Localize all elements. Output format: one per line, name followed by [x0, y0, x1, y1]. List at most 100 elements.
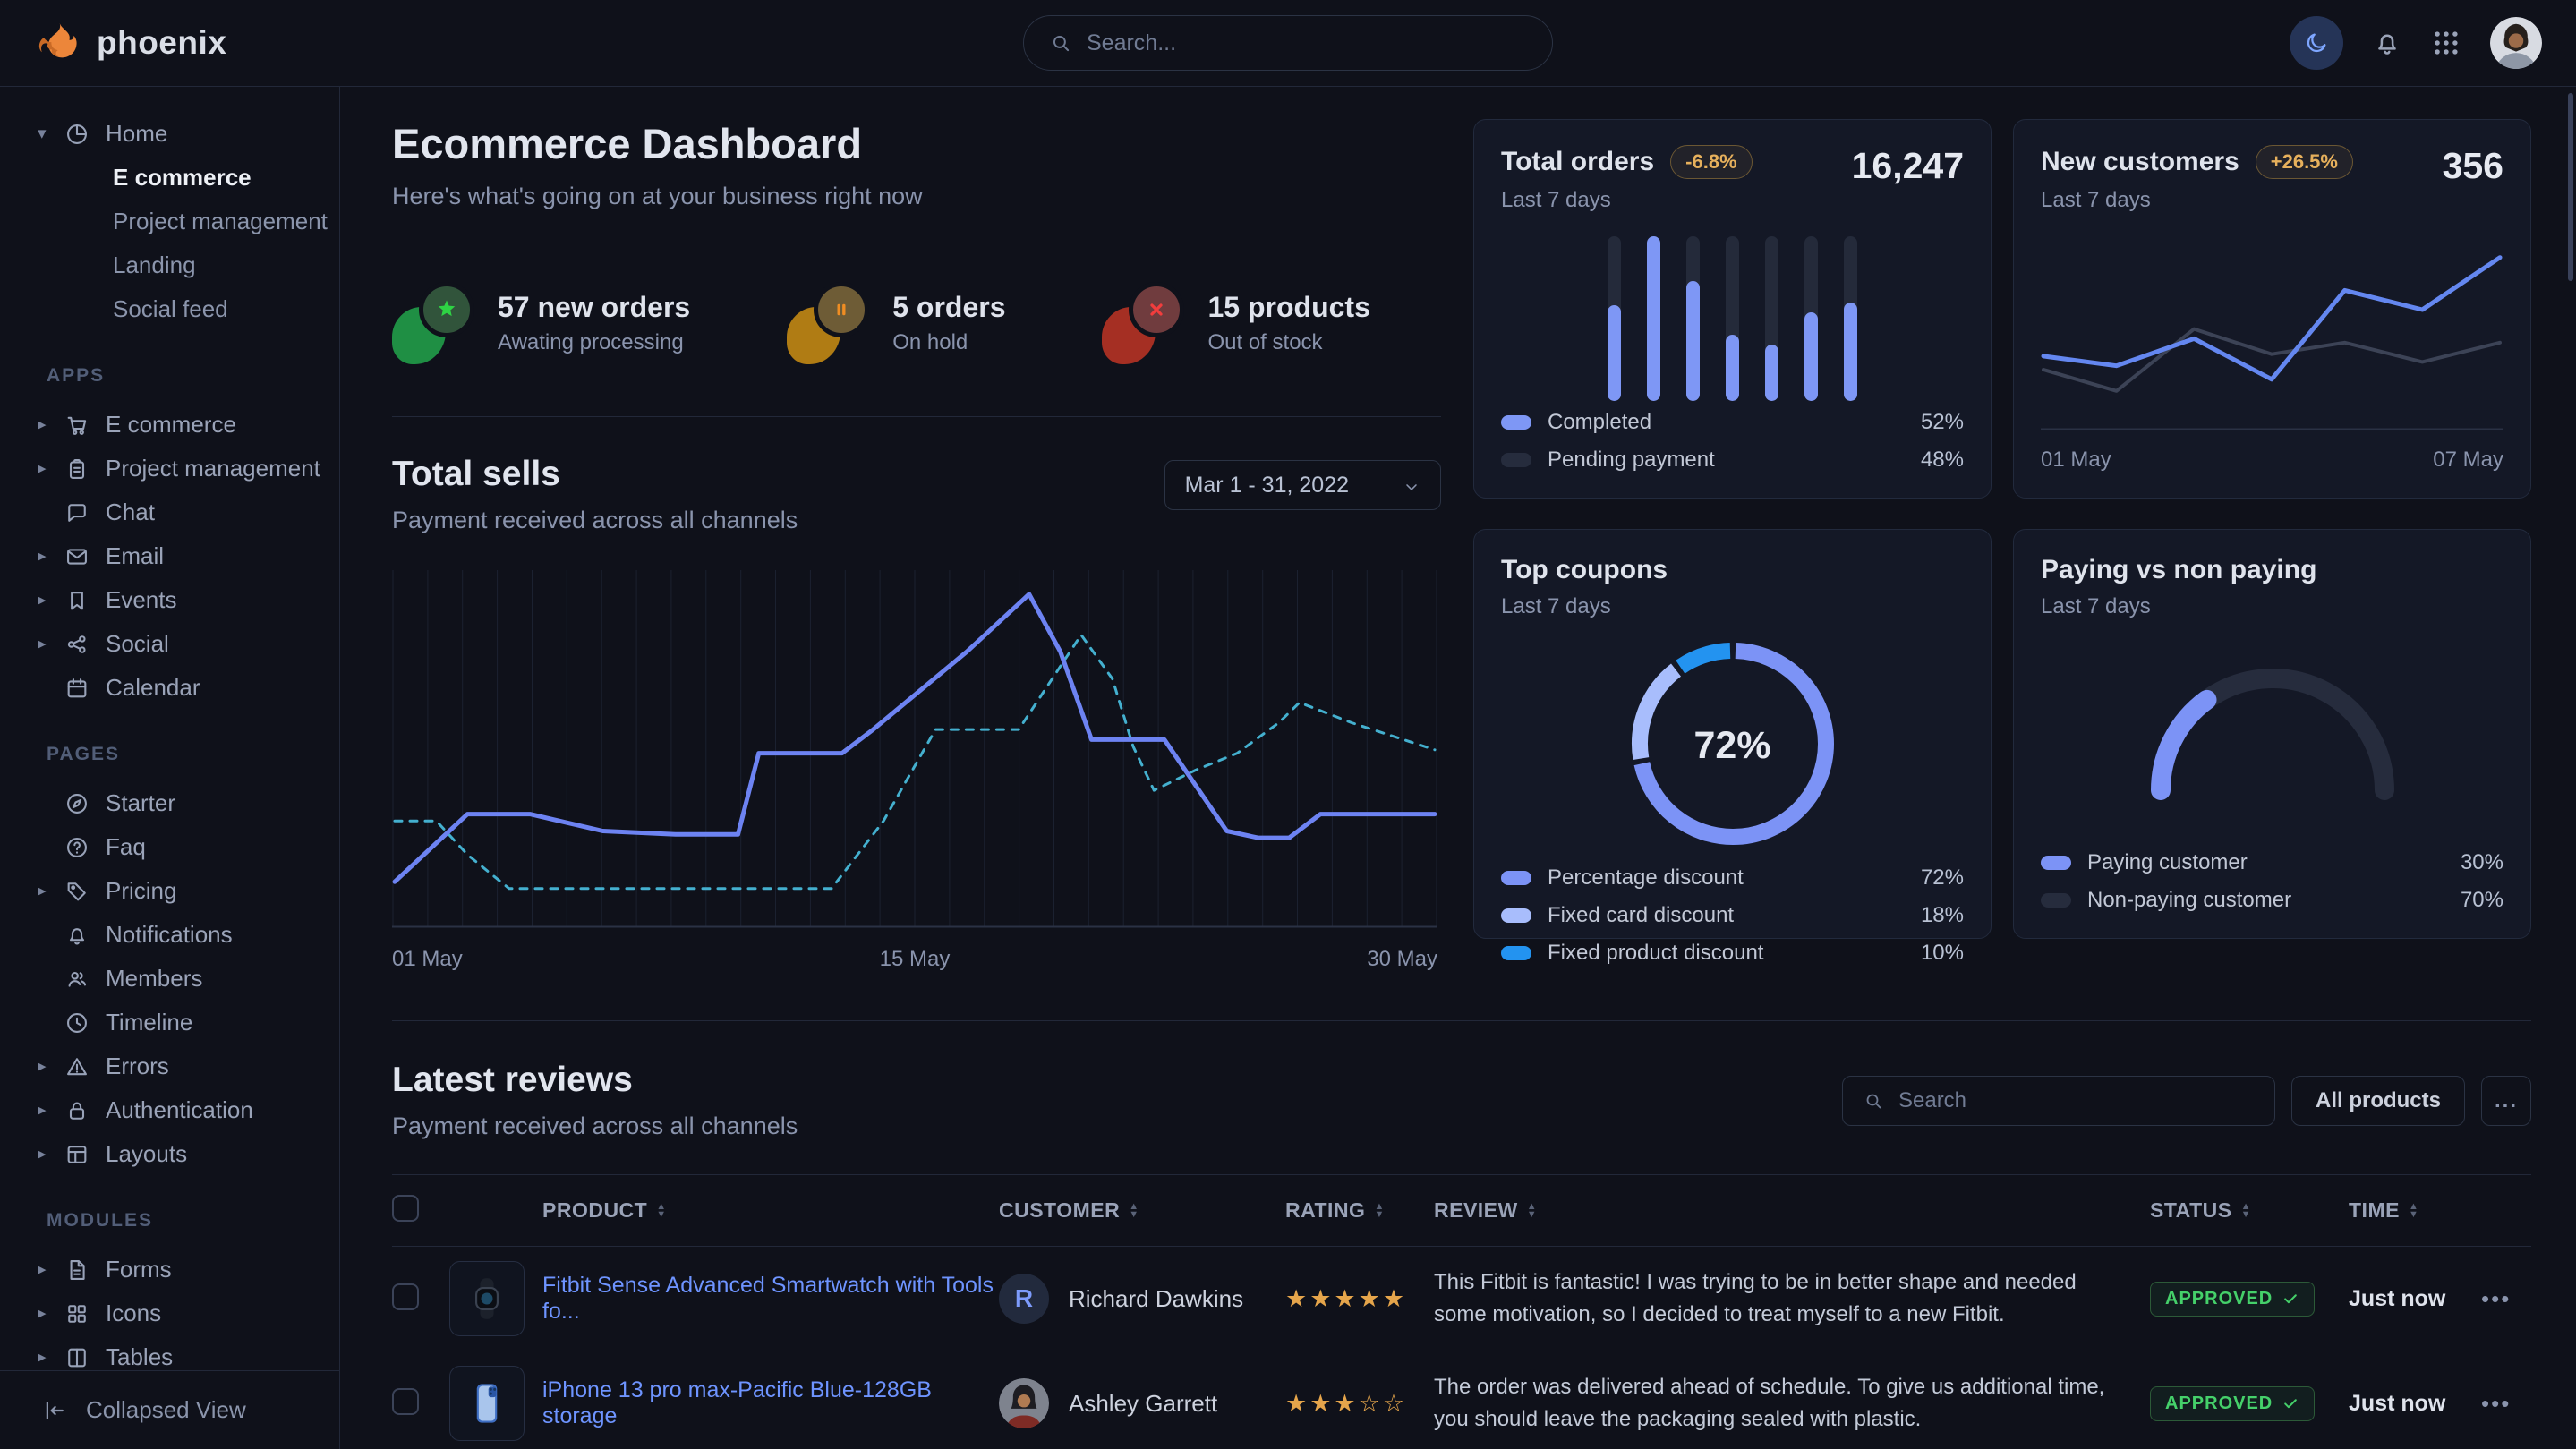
reviews-title: Latest reviews: [392, 1061, 798, 1100]
sidebar-item-events[interactable]: ▸ Events: [0, 578, 339, 622]
rating-stars: ★★★★★: [1285, 1285, 1434, 1313]
sidebar-item-faq[interactable]: Faq: [0, 825, 339, 869]
sidebar-item-layouts[interactable]: ▸ Layouts: [0, 1132, 339, 1176]
date-range-select[interactable]: Mar 1 - 31, 2022: [1164, 460, 1441, 510]
apps-grid-button[interactable]: [2431, 28, 2461, 58]
product-link[interactable]: iPhone 13 pro max-Pacific Blue-128GB sto…: [542, 1377, 932, 1428]
row-menu-button[interactable]: •••: [2481, 1285, 2511, 1312]
trend-badge: +26.5%: [2256, 145, 2353, 179]
sidebar-item-e-commerce[interactable]: ▸ E commerce: [0, 403, 339, 447]
legend-swatch: [2041, 893, 2071, 908]
sidebar-item-starter[interactable]: Starter: [0, 781, 339, 825]
table-columns-icon: [64, 1345, 90, 1370]
page-title: Ecommerce Dashboard: [392, 119, 1441, 168]
collapsed-view-button[interactable]: Collapsed View: [0, 1370, 339, 1449]
column-header-product[interactable]: PRODUCT▲▼: [542, 1198, 999, 1223]
status-badge: APPROVED: [2150, 1282, 2315, 1317]
product-thumbnail[interactable]: [449, 1261, 525, 1336]
sort-icon: ▲▼: [1374, 1203, 1384, 1219]
more-options-button[interactable]: ...: [2481, 1076, 2531, 1126]
top-coupons-card: Top coupons Last 7 days 72% Percentage d…: [1473, 529, 1992, 939]
users-icon: [64, 967, 90, 992]
sidebar-item-members[interactable]: Members: [0, 957, 339, 1001]
sidebar-subitem-landing[interactable]: Landing: [0, 243, 339, 287]
caret-right-icon: ▸: [38, 458, 64, 479]
column-header-customer[interactable]: CUSTOMER▲▼: [999, 1198, 1285, 1223]
product-thumbnail[interactable]: [449, 1366, 525, 1441]
review-text: The order was delivered ahead of schedul…: [1434, 1371, 2141, 1436]
sidebar-subitem-e-commerce[interactable]: E commerce: [0, 156, 339, 200]
pie-chart-icon: [64, 122, 90, 147]
bell-icon: [2372, 28, 2402, 58]
stat-blob: [392, 282, 474, 364]
sidebar-subitem-social-feed[interactable]: Social feed: [0, 287, 339, 331]
user-avatar[interactable]: [2490, 17, 2542, 69]
rating-stars: ★★★☆☆: [1285, 1390, 1434, 1418]
column-header-review[interactable]: REVIEW▲▼: [1434, 1198, 2150, 1223]
caret-right-icon: ▸: [38, 414, 64, 435]
calendar-icon: [64, 676, 90, 701]
sidebar-item-home[interactable]: ▾ Home: [0, 112, 339, 156]
reviews-search[interactable]: [1842, 1076, 2275, 1126]
sidebar-heading-pages: PAGES: [0, 744, 339, 765]
sidebar-item-email[interactable]: ▸ Email: [0, 534, 339, 578]
row-checkbox[interactable]: [392, 1283, 419, 1310]
sidebar-item-calendar[interactable]: Calendar: [0, 666, 339, 710]
select-all-checkbox[interactable]: [392, 1195, 419, 1222]
stat-value: 57 new orders: [498, 291, 690, 324]
compass-icon: [64, 791, 90, 816]
bar-track: [1844, 236, 1857, 401]
x-label-mid: 15 May: [880, 947, 951, 972]
sidebar-item-forms[interactable]: ▸ Forms: [0, 1248, 339, 1291]
share-icon: [64, 632, 90, 657]
caret-right-icon: ▸: [38, 1144, 64, 1164]
sidebar-item-errors[interactable]: ▸ Errors: [0, 1044, 339, 1088]
sidebar-item-chat[interactable]: Chat: [0, 490, 339, 534]
all-products-button[interactable]: All products: [2291, 1076, 2465, 1126]
phoenix-logo-icon: [34, 19, 82, 67]
scrollbar-thumb[interactable]: [2568, 93, 2573, 281]
total-orders-card: Total orders -6.8% Last 7 days 16,247 Co…: [1473, 119, 1992, 499]
search-icon: [1049, 31, 1072, 55]
reviews-search-input[interactable]: [1898, 1088, 2255, 1113]
app-root: phoenix ▾ Home: [0, 0, 2576, 1449]
sidebar-item-project-management[interactable]: ▸ Project management: [0, 447, 339, 490]
sidebar-item-icons[interactable]: ▸ Icons: [0, 1291, 339, 1335]
collapsed-view-label: Collapsed View: [86, 1396, 246, 1424]
sidebar-subitem-project-management[interactable]: Project management: [0, 200, 339, 243]
column-header-time[interactable]: TIME▲▼: [2349, 1198, 2481, 1223]
search-input[interactable]: [1087, 30, 1527, 56]
legend-swatch: [1501, 415, 1531, 430]
product-link[interactable]: Fitbit Sense Advanced Smartwatch with To…: [542, 1273, 994, 1324]
main-content: Ecommerce Dashboard Here's what's going …: [340, 87, 2576, 1449]
stat-caption: Awating processing: [498, 330, 690, 355]
notifications-button[interactable]: [2372, 28, 2402, 58]
sidebar-item-authentication[interactable]: ▸ Authentication: [0, 1088, 339, 1132]
row-checkbox[interactable]: [392, 1388, 419, 1415]
sort-icon: ▲▼: [656, 1203, 666, 1219]
legend-pending: Pending payment48%: [1501, 447, 1964, 473]
column-header-status[interactable]: STATUS▲▼: [2150, 1198, 2349, 1223]
stat-blob: [787, 282, 869, 364]
sidebar-item-notifications[interactable]: Notifications: [0, 913, 339, 957]
review-row: Fitbit Sense Advanced Smartwatch with To…: [392, 1247, 2531, 1351]
clipboard-icon: [64, 456, 90, 482]
x-label-start: 01 May: [392, 947, 463, 972]
sidebar-nav: ▾ HomeE commerceProject managementLandin…: [0, 112, 339, 1370]
row-menu-button[interactable]: •••: [2481, 1390, 2511, 1417]
card-title: Top coupons: [1501, 555, 1964, 585]
column-header-rating[interactable]: RATING▲▼: [1285, 1198, 1434, 1223]
legend-fixed-card-discount: Fixed card discount18%: [1501, 903, 1964, 928]
section-divider: [392, 416, 1441, 417]
sort-icon: ▲▼: [1129, 1203, 1139, 1219]
sidebar: ▾ HomeE commerceProject managementLandin…: [0, 87, 340, 1449]
sidebar-item-pricing[interactable]: ▸ Pricing: [0, 869, 339, 913]
sidebar-item-timeline[interactable]: Timeline: [0, 1001, 339, 1044]
dashboard-left-column: Ecommerce Dashboard Here's what's going …: [392, 119, 1441, 972]
theme-toggle-button[interactable]: [2290, 16, 2343, 70]
brand[interactable]: phoenix: [34, 19, 226, 67]
collapse-icon: [41, 1397, 68, 1424]
sidebar-item-social[interactable]: ▸ Social: [0, 622, 339, 666]
topnav-search[interactable]: [1023, 15, 1553, 71]
sidebar-item-tables[interactable]: ▸ Tables: [0, 1335, 339, 1370]
